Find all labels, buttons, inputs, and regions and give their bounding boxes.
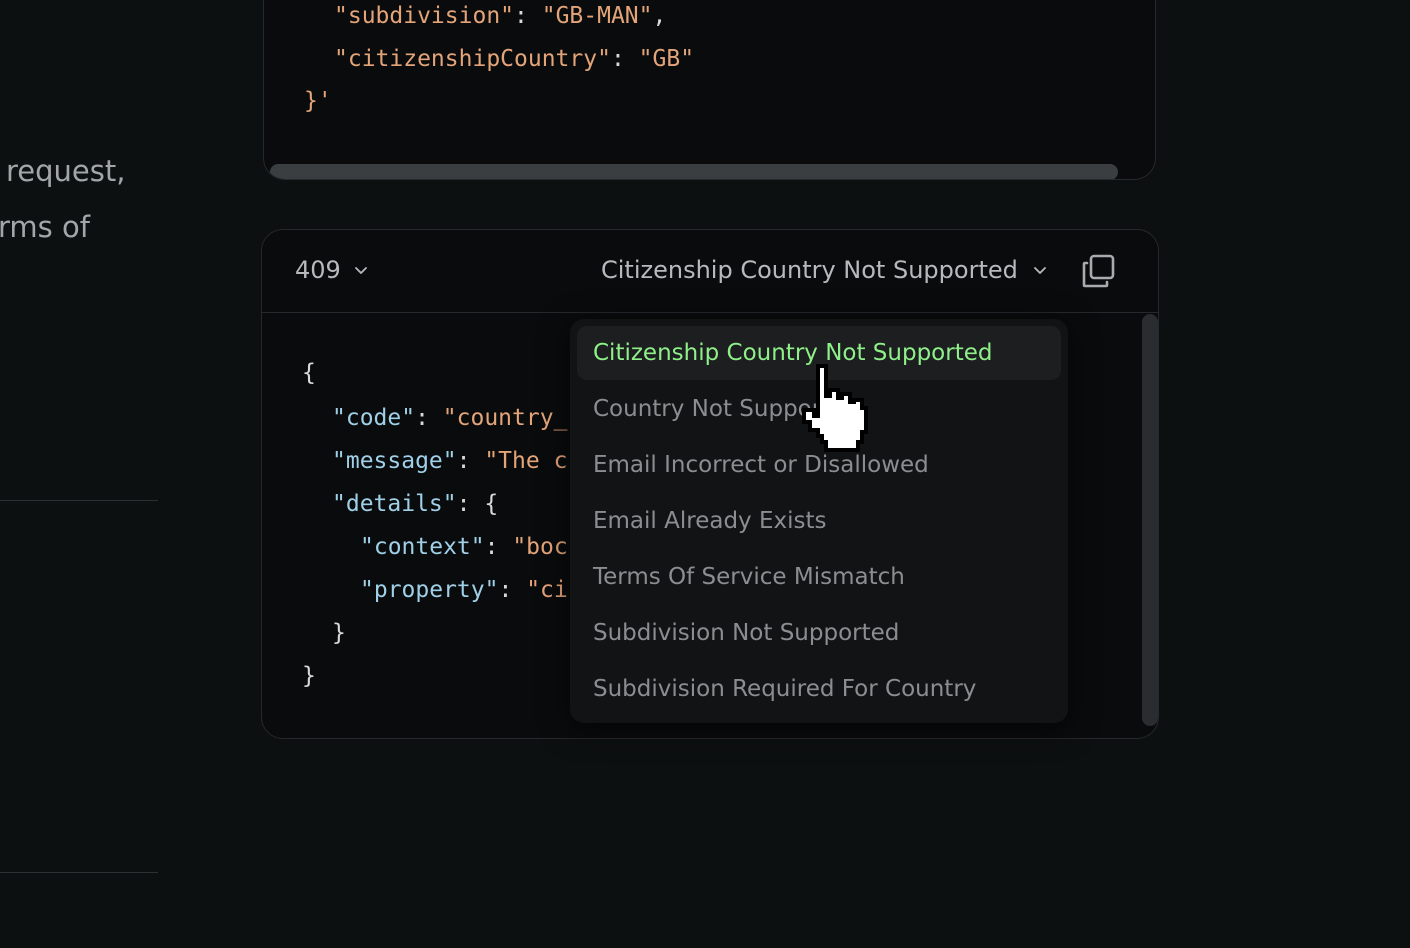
json-line-context: "context": "boc	[360, 534, 568, 560]
dropdown-item[interactable]: Citizenship Country Not Supported	[577, 326, 1061, 380]
code-separator: :	[514, 3, 542, 29]
json-key: "message"	[332, 448, 457, 474]
json-sep: :	[415, 405, 443, 431]
json-line-details: "details": {	[332, 491, 498, 517]
code-separator: :	[610, 46, 639, 72]
status-code-select[interactable]: 409	[295, 256, 369, 284]
divider	[0, 500, 158, 501]
code-value: "GB"	[638, 46, 695, 72]
copy-icon	[1080, 254, 1118, 294]
code-line-citizenship: "citizenshipCountry": "GB"	[334, 46, 694, 72]
code-key: "subdivision"	[334, 3, 515, 29]
chevron-down-icon	[1032, 262, 1048, 278]
error-type-dropdown: Citizenship Country Not Supported Countr…	[570, 319, 1068, 723]
json-inner-close: }	[332, 620, 346, 646]
divider	[0, 872, 158, 873]
json-open: {	[302, 360, 316, 386]
prose-line-request: request,	[6, 154, 126, 188]
code-value: "GB-MAN"	[541, 3, 653, 29]
json-sep: :	[484, 534, 513, 560]
json-open-brace: : {	[456, 491, 499, 517]
json-close: }	[302, 663, 316, 689]
json-key: "details"	[332, 491, 457, 517]
error-type-select[interactable]: Citizenship Country Not Supported	[601, 256, 1048, 284]
code-close: }'	[304, 88, 332, 114]
json-key: "property"	[360, 577, 499, 603]
json-value: "country_	[442, 405, 568, 431]
prose-line-terms: rms of	[0, 210, 90, 244]
json-value: "ci	[526, 577, 568, 603]
json-key: "code"	[332, 405, 416, 431]
dropdown-item[interactable]: Subdivision Required For Country	[577, 662, 1061, 716]
json-line-code: "code": "country_	[332, 405, 567, 431]
json-line-property: "property": "ci	[360, 577, 568, 603]
code-punct: ,	[652, 3, 667, 29]
dropdown-item[interactable]: Email Already Exists	[577, 494, 1061, 548]
dropdown-item[interactable]: Email Incorrect or Disallowed	[577, 438, 1061, 492]
code-line-subdivision: "subdivision": "GB-MAN",	[334, 3, 666, 29]
horizontal-scrollbar[interactable]	[270, 164, 1118, 179]
request-code-panel: "subdivision": "GB-MAN", "citizenshipCou…	[263, 0, 1156, 180]
json-sep: :	[456, 448, 485, 474]
chevron-down-icon	[353, 262, 369, 278]
error-type-label: Citizenship Country Not Supported	[601, 256, 1018, 284]
json-value: "boc	[512, 534, 568, 560]
json-sep: :	[498, 577, 527, 603]
code-key: "citizenshipCountry"	[334, 46, 611, 72]
json-value: "The c	[484, 448, 568, 474]
dropdown-item[interactable]: Subdivision Not Supported	[577, 606, 1061, 660]
response-header: 409 Citizenship Country Not Supported	[262, 230, 1158, 313]
json-line-message: "message": "The c	[332, 448, 567, 474]
code-line-close: }'	[304, 88, 332, 114]
json-key: "context"	[360, 534, 485, 560]
dropdown-item[interactable]: Country Not Supported	[577, 382, 1061, 436]
dropdown-item[interactable]: Terms Of Service Mismatch	[577, 550, 1061, 604]
status-code-label: 409	[295, 256, 341, 284]
vertical-scrollbar[interactable]	[1142, 314, 1158, 726]
copy-button[interactable]	[1080, 252, 1118, 290]
